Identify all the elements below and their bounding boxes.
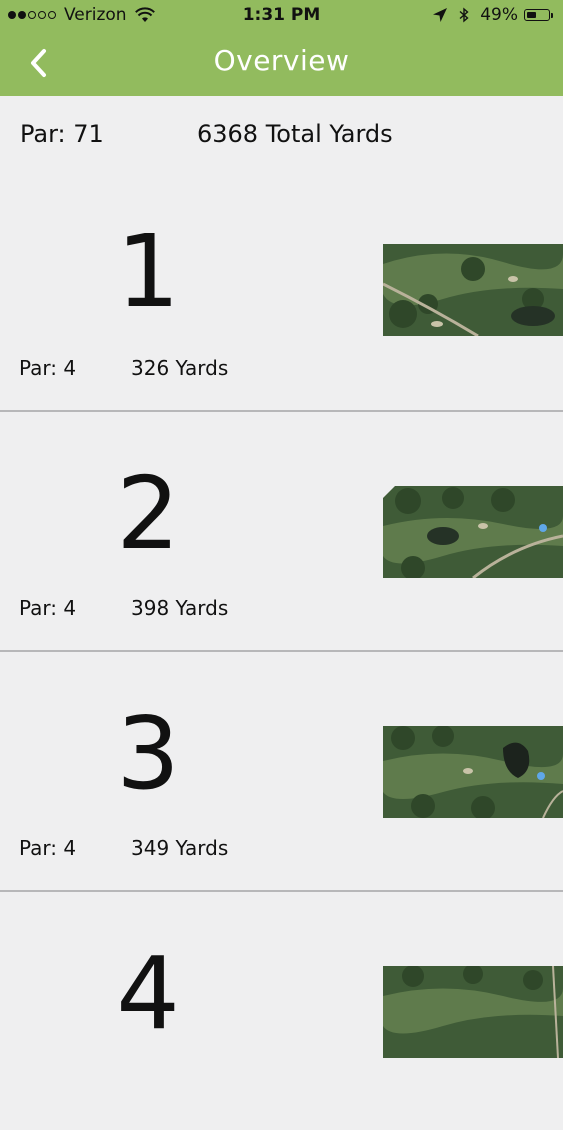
course-summary: Par: 71 6368 Total Yards [0,96,563,172]
aerial-map-image [383,966,563,1058]
battery-percent: 49% [480,5,518,25]
hole-number: 2 [116,455,180,572]
status-right: 49% [432,5,553,25]
hole-par: Par: 4 [19,836,77,860]
aerial-map-image [383,244,563,336]
hole-par: Par: 4 [19,356,77,380]
hole-map-thumbnail[interactable] [383,486,563,578]
hole-row[interactable]: 4 [0,890,563,1130]
hole-map-thumbnail[interactable] [383,244,563,336]
hole-yards: 398 Yards [131,596,229,620]
hole-row[interactable]: 3 Par: 4 349 Yards [0,650,563,890]
page-title: Overview [213,44,350,77]
hole-map-thumbnail[interactable] [383,726,563,818]
hole-number: 3 [116,695,180,812]
hole-number: 1 [116,213,180,330]
app-header: Verizon 1:31 PM 49% Overview [0,0,563,96]
course-total-yards: 6368 Total Yards [197,120,393,148]
hole-yards: 349 Yards [131,836,229,860]
hole-row[interactable]: 2 Par: 4 398 Yards [0,410,563,650]
aerial-map-image [383,726,563,818]
hole-row[interactable]: 1 Par: 4 326 Yards [0,172,563,412]
hole-number: 4 [116,935,180,1052]
nav-bar: Overview [0,32,563,96]
hole-par: Par: 4 [19,596,77,620]
course-par: Par: 71 [20,120,104,148]
location-arrow-icon [433,8,448,22]
status-bar: Verizon 1:31 PM 49% [0,0,563,32]
battery-icon [524,9,553,21]
hole-yards: 326 Yards [131,356,229,380]
hole-map-thumbnail[interactable] [383,966,563,1058]
aerial-map-image [383,486,563,578]
bluetooth-icon [459,7,469,23]
